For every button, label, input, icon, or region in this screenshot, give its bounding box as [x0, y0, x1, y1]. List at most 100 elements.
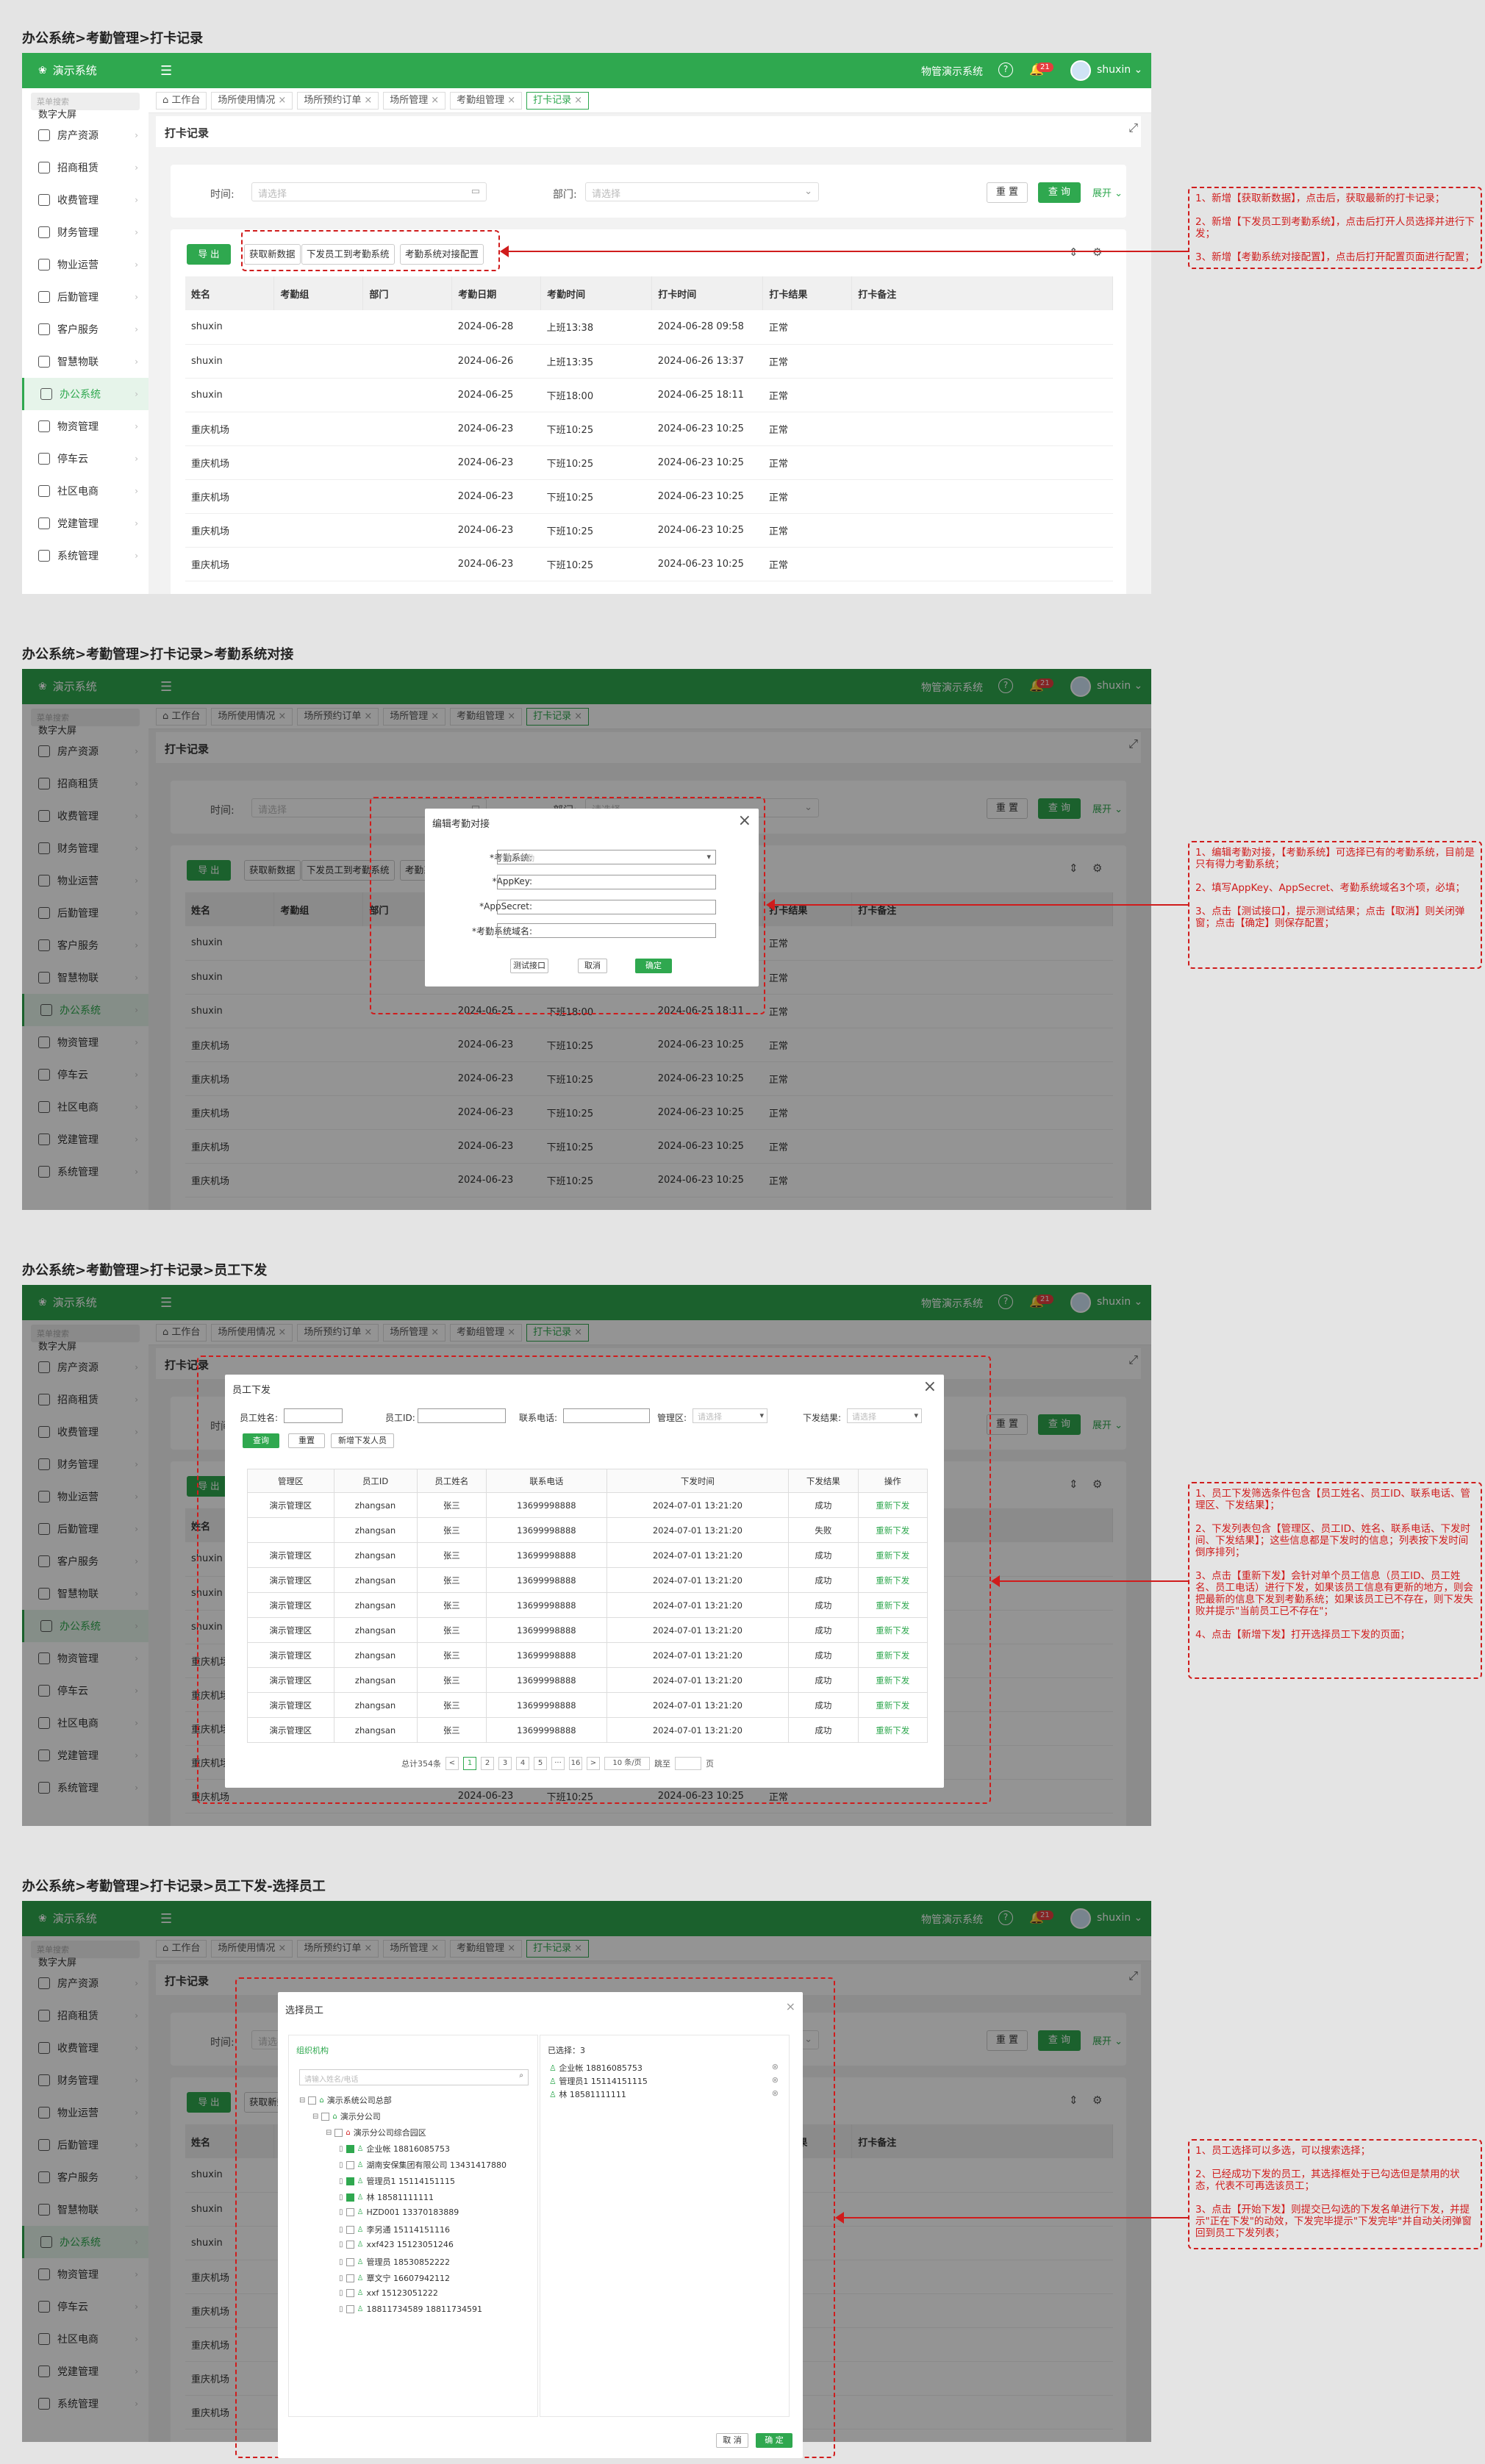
page-size-select[interactable]: 10 条/页: [604, 1757, 650, 1770]
appsecret-input[interactable]: [497, 900, 716, 914]
close-icon[interactable]: ×: [278, 95, 286, 106]
repush-link[interactable]: 重新下发: [857, 1567, 928, 1593]
table-row[interactable]: shuxin 2024-06-26上班13:352024-06-26 13:37正…: [185, 344, 1113, 379]
appkey-input[interactable]: [497, 875, 716, 889]
gear-icon[interactable]: ⚙: [1092, 246, 1102, 259]
checkbox[interactable]: [346, 2160, 354, 2169]
checkbox[interactable]: [346, 2208, 354, 2216]
sidebar-item[interactable]: 系统管理 ›: [22, 540, 148, 572]
expand-toggle[interactable]: 展开 ⌄: [1092, 185, 1123, 199]
tree-node[interactable]: ▯ ♙ 企业帐 18816085753: [339, 2143, 450, 2155]
checkbox[interactable]: [346, 2305, 354, 2313]
table-row[interactable]: 重庆机场 2024-06-23下班10:252024-06-23 10:25正常: [185, 445, 1113, 480]
checkbox[interactable]: [346, 2193, 354, 2202]
tree-node[interactable]: ▯ ♙ 管理员 18530852222: [339, 2256, 450, 2268]
add-push-button[interactable]: 新增下发人员: [331, 1433, 394, 1448]
query-button[interactable]: 查 询: [1038, 182, 1081, 203]
page-button[interactable]: 3: [498, 1757, 512, 1770]
repush-link[interactable]: 重新下发: [857, 1667, 928, 1693]
tree-node[interactable]: ▯ ♙ 林 18581111111: [339, 2191, 434, 2203]
tree-node[interactable]: ⊟ ⌂ 演示分公司: [312, 2110, 381, 2122]
tree-node[interactable]: ⊟ ⌂ 演示分公司综合园区: [326, 2127, 426, 2138]
goto-input[interactable]: [675, 1757, 701, 1770]
search-input[interactable]: 请输入姓名/电话 ⌕: [299, 2069, 529, 2085]
export-button[interactable]: 导 出: [187, 244, 231, 265]
dept-select[interactable]: 请选择 ⌄: [585, 182, 819, 201]
column-height-icon[interactable]: ⇕: [1069, 246, 1078, 259]
table-row[interactable]: 重庆机场 2024-06-23下班10:252024-06-23 10:25正常: [185, 412, 1113, 446]
checkbox[interactable]: [346, 2274, 354, 2282]
reset-button[interactable]: 重 置: [987, 182, 1028, 203]
system-select[interactable]: 得力考勤 ▾: [497, 850, 716, 864]
table-row[interactable]: 重庆机场 2024-06-23下班10:252024-06-23 10:25正常: [185, 547, 1113, 581]
remove-icon[interactable]: ⊗: [772, 2062, 779, 2071]
page-button[interactable]: <: [446, 1757, 459, 1770]
table-row[interactable]: shuxin 2024-06-28上班13:382024-06-28 09:58正…: [185, 310, 1113, 345]
close-icon[interactable]: ×: [786, 1999, 795, 2013]
tree-node[interactable]: ▯ ♙ 李另通 15114151116: [339, 2224, 450, 2235]
repush-link[interactable]: 重新下发: [857, 1542, 928, 1568]
close-icon[interactable]: ×: [431, 95, 439, 106]
cancel-button[interactable]: 取消: [578, 959, 607, 973]
remove-icon[interactable]: ⊗: [772, 2088, 779, 2098]
remove-icon[interactable]: ⊗: [772, 2075, 779, 2085]
sidebar-item[interactable]: 社区电商 ›: [22, 475, 148, 507]
domain-input[interactable]: [497, 923, 716, 938]
help-icon[interactable]: ?: [998, 62, 1013, 77]
close-icon[interactable]: ×: [574, 95, 582, 106]
sidebar-item[interactable]: 收费管理 ›: [22, 184, 148, 216]
sidebar-item[interactable]: 物资管理 ›: [22, 410, 148, 443]
tree-node[interactable]: ▯ ♙ xxf 15123051222: [339, 2288, 438, 2298]
close-icon[interactable]: ×: [364, 95, 372, 106]
close-icon[interactable]: ×: [738, 812, 751, 830]
page-button[interactable]: >: [587, 1757, 600, 1770]
repush-link[interactable]: 重新下发: [857, 1717, 928, 1743]
tab[interactable]: 打卡记录 ×: [526, 91, 590, 110]
repush-link[interactable]: 重新下发: [857, 1517, 928, 1543]
test-api-button[interactable]: 测试接口: [510, 959, 548, 973]
phone-input[interactable]: [563, 1408, 650, 1423]
avatar[interactable]: [1070, 60, 1091, 81]
checkbox[interactable]: [346, 2241, 354, 2249]
page-button[interactable]: 5: [534, 1757, 547, 1770]
time-input[interactable]: 请选择 ▭: [251, 182, 487, 201]
area-select[interactable]: 请选择 ▾: [693, 1408, 767, 1423]
repush-link[interactable]: 重新下发: [857, 1617, 928, 1643]
tab[interactable]: 场所使用情况 ×: [211, 91, 293, 110]
repush-link[interactable]: 重新下发: [857, 1642, 928, 1668]
table-row[interactable]: 重庆机场 2024-06-23下班10:252024-06-23 10:25正常: [185, 479, 1113, 514]
tree-node[interactable]: ▯ ♙ 18811734589 18811734591: [339, 2304, 482, 2314]
sidebar-item[interactable]: 办公系统 ›: [22, 378, 148, 410]
page-button[interactable]: ···: [551, 1757, 565, 1770]
ok-button[interactable]: 确 定: [756, 2433, 792, 2448]
tree-node[interactable]: ▯ ♙ HZD001 13370183889: [339, 2207, 459, 2217]
close-icon[interactable]: ×: [507, 95, 515, 106]
cancel-button[interactable]: 取 消: [716, 2433, 748, 2448]
table-row[interactable]: shuxin 2024-06-25下班18:002024-06-25 18:11正…: [185, 378, 1113, 412]
page-button[interactable]: 16: [569, 1757, 582, 1770]
sidebar-item[interactable]: 客户服务 ›: [22, 313, 148, 345]
checkbox[interactable]: [321, 2112, 330, 2121]
table-row[interactable]: 重庆机场 2024-06-23下班10:252024-06-23 10:25正常: [185, 513, 1113, 548]
sidebar-item[interactable]: 招商租赁 ›: [22, 151, 148, 184]
checkbox[interactable]: [346, 2289, 354, 2297]
checkbox[interactable]: [346, 2257, 354, 2266]
page-button[interactable]: 1: [463, 1757, 476, 1770]
sidebar-item[interactable]: 房产资源 ›: [22, 119, 148, 151]
repush-link[interactable]: 重新下发: [857, 1592, 928, 1618]
query-button[interactable]: 查询: [243, 1433, 279, 1448]
tree-node[interactable]: ⊟ ⌂ 演示系统公司总部: [299, 2094, 392, 2106]
repush-link[interactable]: 重新下发: [857, 1692, 928, 1718]
name-input[interactable]: [284, 1408, 343, 1423]
menu-toggle-icon[interactable]: ☰: [160, 63, 172, 79]
checkbox[interactable]: [346, 2225, 354, 2234]
tab[interactable]: 考勤组管理 ×: [450, 91, 523, 110]
fullscreen-icon[interactable]: ⤢: [1128, 121, 1138, 135]
tree-node[interactable]: ▯ ♙ 覃文宁 16607942112: [339, 2272, 450, 2284]
user-menu[interactable]: shuxin ⌄: [1097, 64, 1142, 76]
id-input[interactable]: [418, 1408, 506, 1423]
tree-node[interactable]: ▯ ♙ 湖南安保集团有限公司 13431417880: [339, 2159, 507, 2171]
reset-button[interactable]: 重置: [288, 1433, 325, 1448]
checkbox[interactable]: [334, 2128, 343, 2137]
checkbox[interactable]: [346, 2144, 354, 2153]
